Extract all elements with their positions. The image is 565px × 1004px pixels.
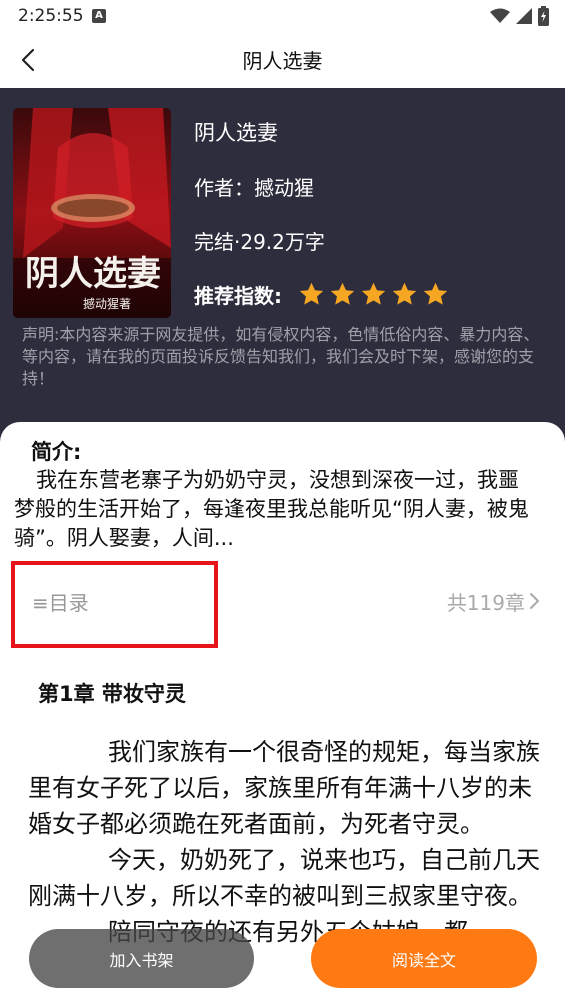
cover-title-text: 阴人选妻 [25, 254, 161, 294]
book-cover[interactable]: 阴人选妻 撼动猩著 [13, 108, 171, 318]
book-author: 作者：撼动猩 [194, 176, 314, 200]
intro-heading: 简介: [31, 440, 82, 464]
cover-author-text: 撼动猩著 [83, 296, 131, 311]
cover-image: 阴人选妻 撼动猩著 [13, 108, 171, 318]
read-full-button[interactable]: 阅读全文 [311, 929, 537, 988]
chapter-paragraph: 今天，奶奶死了，说来也巧，自己前几天刚满十八岁，所以不幸的被叫到三叔家里守夜。 [28, 846, 540, 910]
rating-stars [298, 281, 449, 308]
chapter-title: 第1章 带妆守灵 [38, 682, 186, 706]
book-detail-card: 简介: 我在东营老寨子为奶奶守灵，没想到深夜一过，我噩梦般的生活开始了，每逢夜里… [0, 422, 565, 1004]
book-title: 阴人选妻 [194, 121, 278, 145]
wifi-icon [490, 8, 510, 23]
chapter-paragraph: 我们家族有一个很奇怪的规矩，每当家族里有女子死了以后，家族里所有年满十八岁的未婚… [28, 738, 540, 838]
book-status-wordcount: 完结·29.2万字 [194, 230, 325, 254]
rating-label: 推荐指数: [194, 284, 282, 308]
disclaimer-text: 声明:本内容来源于网友提供，如有侵权内容，色情低俗内容、暴力内容、等内容，请在我… [22, 325, 540, 388]
star-icon [299, 282, 324, 305]
page-title: 阴人选妻 [242, 49, 323, 73]
star-icon [330, 282, 355, 305]
star-icon [423, 282, 448, 305]
status-icons [490, 6, 549, 26]
star-icon [392, 282, 417, 305]
book-info-panel: 阴人选妻 撼动猩著 阴人选妻 作者：撼动猩 完结·29.2万字 推荐指数: 声明… [0, 88, 565, 468]
signal-icon [516, 8, 532, 24]
app-header: 阴人选妻 [0, 32, 565, 88]
chapter-count: 共119章 [446, 591, 525, 615]
chevron-right-icon [530, 593, 539, 609]
chapter-text: 我们家族有一个很奇怪的规矩，每当家族里有女子死了以后，家族里所有年满十八岁的未婚… [28, 734, 550, 950]
add-to-shelf-button[interactable]: 加入书架 [29, 929, 254, 988]
intro-text: 我在东营老寨子为奶奶守灵，没想到深夜一过，我噩梦般的生活开始了，每逢夜里我总能听… [14, 468, 529, 550]
highlight-box [11, 561, 218, 648]
battery-icon [538, 6, 549, 26]
notification-icon: A [92, 9, 106, 23]
star-icon [361, 282, 386, 305]
status-time: 2:25:55 [18, 6, 84, 26]
status-bar: 2:25:55 A [0, 0, 565, 32]
rating-row: 推荐指数: [194, 280, 449, 309]
